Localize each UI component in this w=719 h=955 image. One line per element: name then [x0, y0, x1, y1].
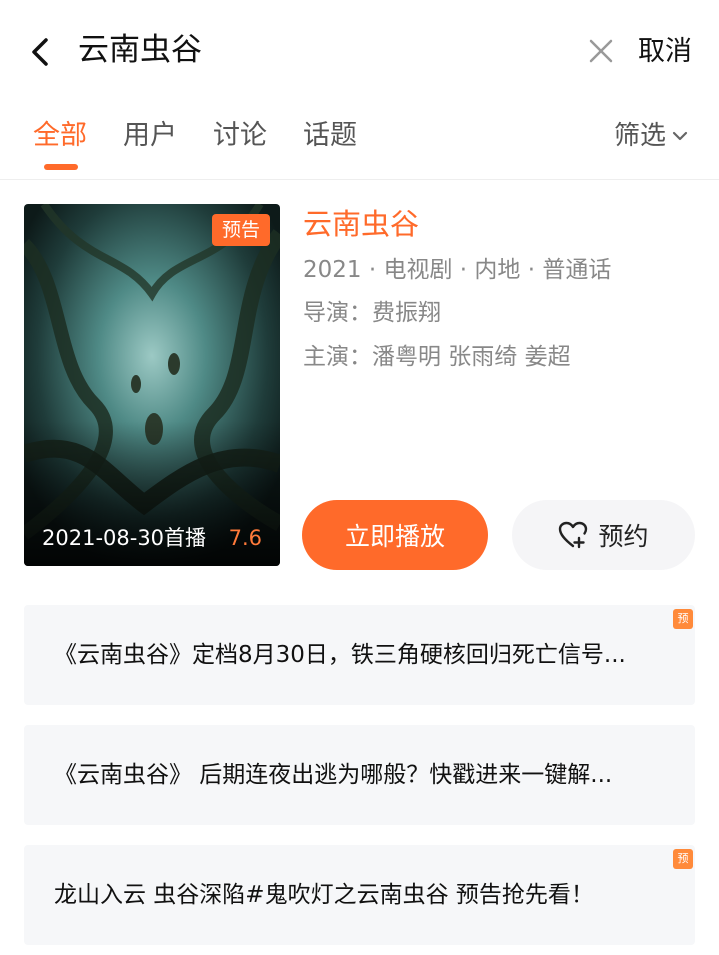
show-cast: 主演：潘粤明 张雨绮 姜超 — [303, 344, 571, 370]
reserve-label: 预约 — [598, 522, 649, 551]
list-item[interactable]: 龙山入云 虫谷深陷#鬼吹灯之云南虫谷 预告抢先看！ 预 — [24, 845, 695, 945]
trailer-badge: 预告 — [212, 214, 270, 246]
filter-label: 筛选 — [614, 121, 667, 151]
poster-image[interactable]: 预告 2021-08-30首播 7.6 — [24, 204, 280, 566]
trailer-mini-badge: 预 — [673, 609, 693, 629]
list-item-text: 《云南虫谷》定档8月30日，铁三角硬核回归死亡信号... — [54, 642, 626, 668]
cancel-button[interactable]: 取消 — [638, 32, 692, 72]
search-bar: 云南虫谷 取消 — [0, 0, 719, 100]
poster-artwork — [24, 204, 280, 566]
search-results-page: 云南虫谷 取消 全部 用户 讨论 话题 筛选 预告 2021-08-30首播 7… — [0, 0, 719, 955]
list-item[interactable]: 《云南虫谷》 后期连夜出逃为哪般？快戳进来一键解... — [24, 725, 695, 825]
reserve-button[interactable]: 预约 — [512, 500, 695, 570]
show-info: 2021 · 电视剧 · 内地 · 普通话 — [303, 257, 612, 283]
back-arrow-icon[interactable] — [24, 34, 60, 70]
search-input[interactable]: 云南虫谷 — [78, 28, 202, 72]
list-item-text: 龙山入云 虫谷深陷#鬼吹灯之云南虫谷 预告抢先看！ — [54, 882, 594, 908]
tab-discussions[interactable]: 讨论 — [213, 116, 267, 156]
rating-score: 7.6 — [228, 526, 262, 550]
list-item-text: 《云南虫谷》 后期连夜出逃为哪般？快戳进来一键解... — [54, 762, 613, 788]
filter-button[interactable]: 筛选 — [614, 116, 690, 156]
chevron-down-icon — [672, 131, 688, 141]
filter-tabs: 全部 用户 讨论 话题 筛选 — [0, 100, 719, 180]
show-director: 导演：费振翔 — [303, 300, 441, 326]
clear-icon[interactable] — [586, 36, 616, 66]
heart-plus-icon — [559, 521, 588, 549]
trailer-mini-badge: 预 — [673, 849, 693, 869]
active-tab-indicator — [44, 164, 78, 170]
premiere-date: 2021-08-30首播 — [42, 526, 207, 550]
tab-all[interactable]: 全部 — [33, 116, 87, 156]
list-item[interactable]: 《云南虫谷》定档8月30日，铁三角硬核回归死亡信号... 预 — [24, 605, 695, 705]
play-now-button[interactable]: 立即播放 — [302, 500, 488, 570]
tab-users[interactable]: 用户 — [123, 116, 177, 156]
tab-topics[interactable]: 话题 — [303, 116, 357, 156]
show-title[interactable]: 云南虫谷 — [303, 204, 419, 244]
